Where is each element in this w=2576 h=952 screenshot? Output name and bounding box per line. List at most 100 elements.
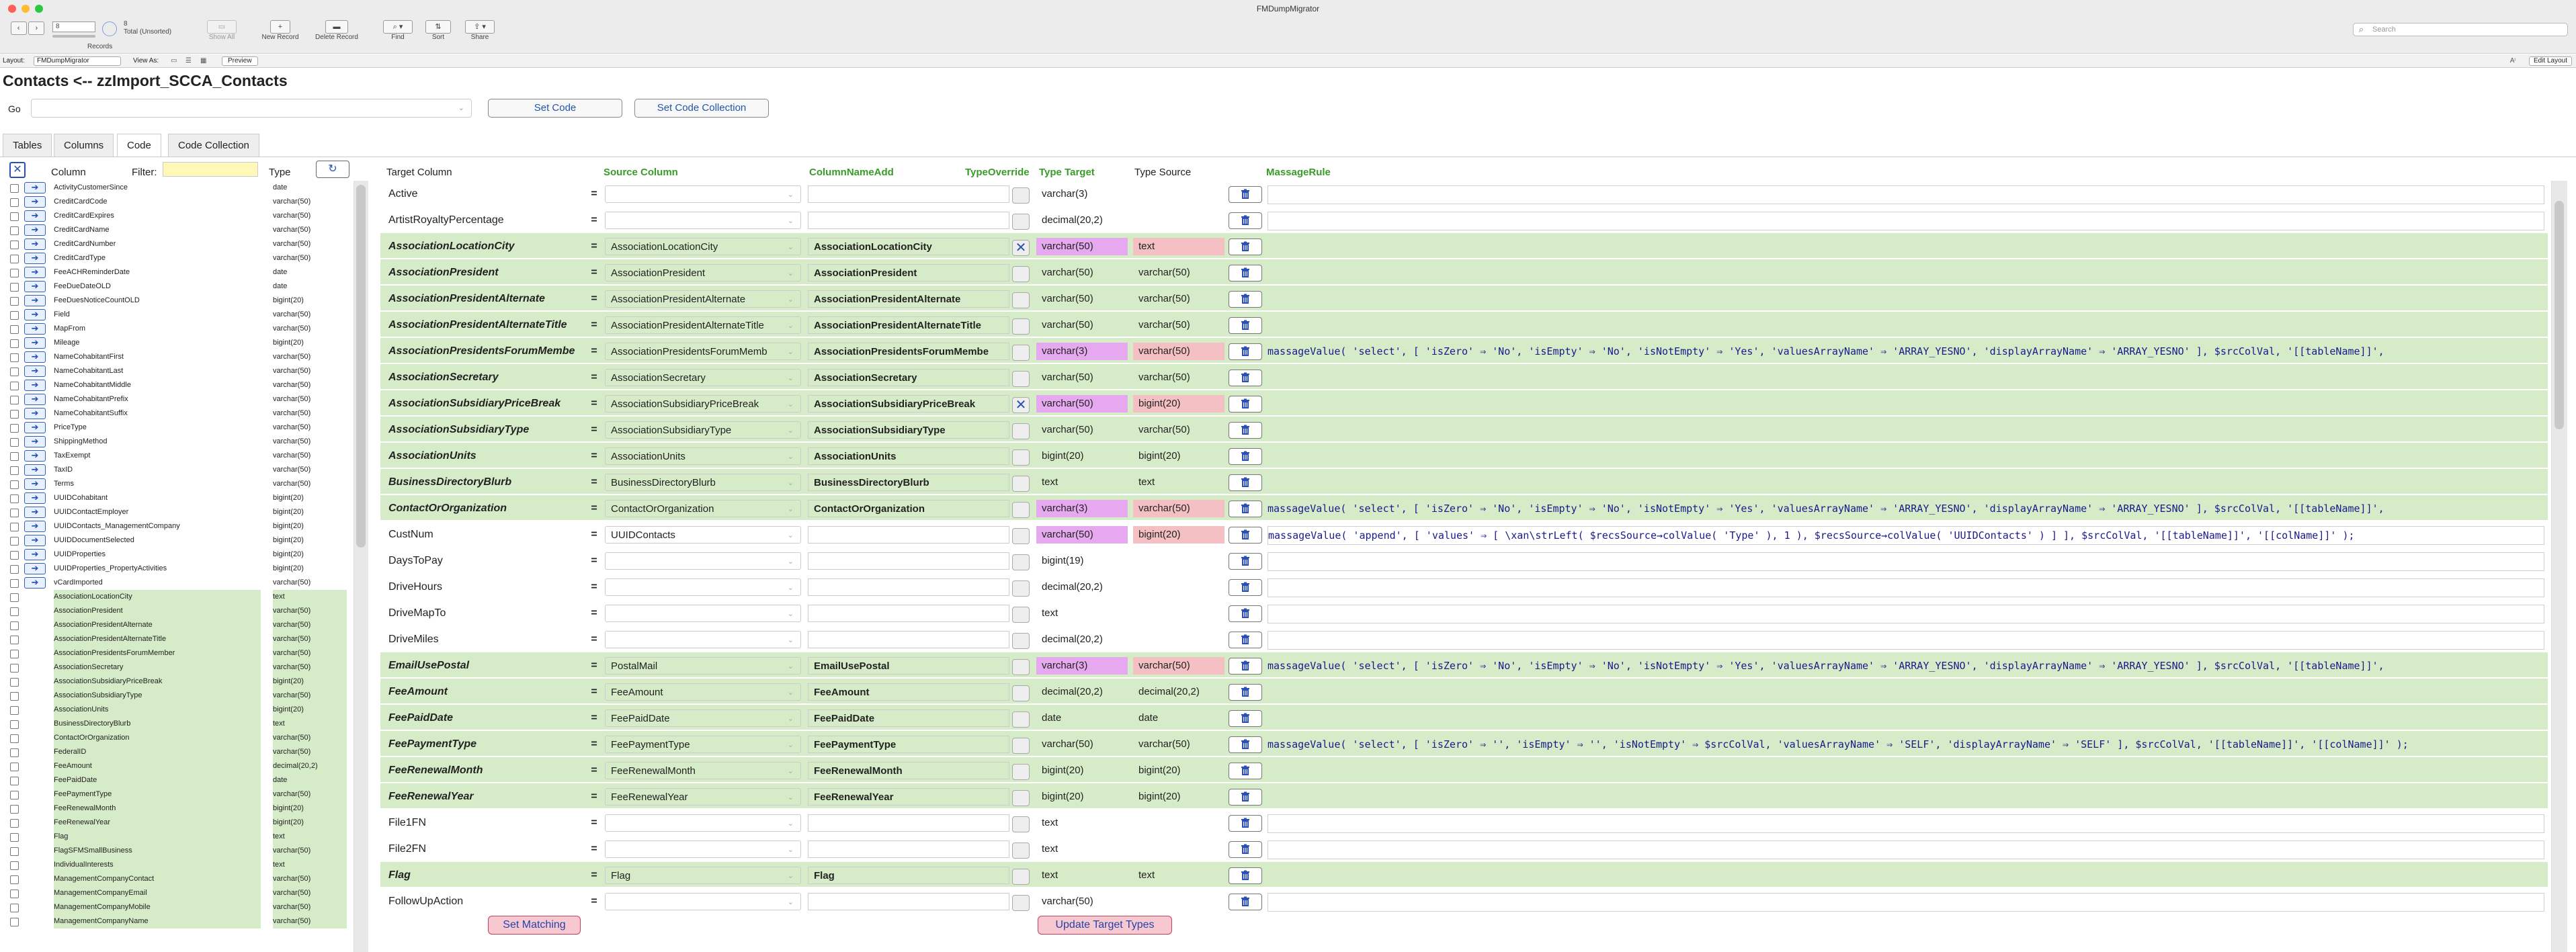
column-list-item[interactable]: AssociationPresidentAlternate varchar(50) [5, 618, 347, 632]
source-column-select[interactable]: FeePaymentType ⌄ [605, 736, 801, 753]
column-list-item[interactable]: ➔ NameCohabitantFirst varchar(50) [5, 350, 347, 364]
format-text-icon[interactable]: Aᶦ [2510, 54, 2516, 68]
refresh-icon[interactable]: ↻ [316, 161, 349, 178]
type-override-checkbox[interactable] [1012, 502, 1030, 518]
type-target[interactable]: decimal(20,2) [1036, 212, 1128, 229]
massage-rule-field[interactable]: massageValue( 'select', [ 'isZero' ⇒ 'No… [1268, 657, 2544, 675]
arrow-right-icon[interactable]: ➔ [24, 507, 46, 518]
column-name-add-field[interactable]: AssociationPresident [808, 264, 1009, 282]
massage-rule-field[interactable] [1268, 474, 2544, 491]
massage-rule-field[interactable] [1268, 369, 2544, 386]
column-name-add-field[interactable]: FeePaymentType [808, 736, 1009, 753]
trash-icon[interactable] [1229, 265, 1262, 282]
column-name-add-field[interactable] [808, 893, 1009, 910]
arrow-right-icon[interactable]: ➔ [24, 309, 46, 320]
type-override-checkbox[interactable] [1012, 685, 1030, 701]
trash-icon[interactable] [1229, 605, 1262, 622]
massage-rule-field[interactable] [1268, 447, 2544, 465]
record-slider[interactable] [52, 35, 95, 38]
source-column-select[interactable]: ⌄ [605, 814, 801, 832]
arrow-right-icon[interactable]: ➔ [24, 337, 46, 349]
type-override-checkbox[interactable] [1012, 842, 1030, 859]
tab-code-collection[interactable]: Code Collection [168, 134, 259, 157]
type-target[interactable]: decimal(20,2) [1036, 578, 1128, 596]
column-list-item[interactable]: FeePaymentType varchar(50) [5, 787, 347, 802]
tab-columns[interactable]: Columns [54, 134, 114, 157]
column-checkbox[interactable] [10, 466, 19, 475]
column-checkbox[interactable] [10, 918, 19, 926]
column-name-add-field[interactable] [808, 212, 1009, 229]
column-list-item[interactable]: AssociationLocationCity text [5, 590, 347, 604]
massage-rule-field[interactable] [1268, 683, 2544, 701]
column-checkbox[interactable] [10, 297, 19, 306]
type-target[interactable]: varchar(50) [1036, 369, 1128, 386]
type-target[interactable]: varchar(50) [1036, 395, 1128, 413]
arrow-right-icon[interactable]: ➔ [24, 323, 46, 335]
column-checkbox[interactable] [10, 890, 19, 898]
column-list-item[interactable]: ➔ TaxID varchar(50) [5, 463, 347, 477]
column-checkbox[interactable] [10, 678, 19, 687]
view-form-icon[interactable]: ▭ [171, 54, 177, 68]
type-override-checkbox[interactable] [1012, 449, 1030, 466]
arrow-right-icon[interactable]: ➔ [24, 351, 46, 363]
left-scroll-thumb[interactable] [356, 185, 366, 548]
source-column-select[interactable]: ⌄ [605, 893, 801, 910]
arrow-right-icon[interactable]: ➔ [24, 492, 46, 504]
type-target[interactable]: bigint(20) [1036, 762, 1128, 779]
select-all-toggle[interactable]: ✕ [9, 162, 26, 178]
column-checkbox[interactable] [10, 241, 19, 249]
column-checkbox[interactable] [10, 509, 19, 517]
column-checkbox[interactable] [10, 410, 19, 419]
find-button[interactable]: ⌕ ▾ Find [376, 20, 419, 41]
column-checkbox[interactable] [10, 706, 19, 715]
arrow-right-icon[interactable]: ➔ [24, 239, 46, 250]
column-list-item[interactable]: ➔ CreditCardName varchar(50) [5, 223, 347, 237]
type-override-checkbox[interactable] [1012, 580, 1030, 597]
column-list-item[interactable]: ➔ Field varchar(50) [5, 308, 347, 322]
column-checkbox[interactable] [10, 452, 19, 461]
source-column-select[interactable]: AssociationLocationCity ⌄ [605, 238, 801, 255]
trash-icon[interactable] [1229, 553, 1262, 570]
column-name-add-field[interactable]: ContactOrOrganization [808, 500, 1009, 517]
column-list-item[interactable]: ➔ Mileage bigint(20) [5, 336, 347, 350]
type-target[interactable]: varchar(50) [1036, 290, 1128, 308]
column-list-item[interactable]: ➔ Terms varchar(50) [5, 477, 347, 491]
massage-rule-field[interactable] [1268, 316, 2544, 334]
column-checkbox[interactable] [10, 339, 19, 348]
type-override-checkbox[interactable] [1012, 738, 1030, 754]
column-list-item[interactable]: ManagementCompanyName varchar(50) [5, 914, 347, 928]
trash-icon[interactable] [1229, 212, 1262, 229]
trash-icon[interactable] [1229, 291, 1262, 308]
column-checkbox[interactable] [10, 494, 19, 503]
filter-input[interactable] [163, 162, 258, 177]
column-checkbox[interactable] [10, 720, 19, 729]
source-column-select[interactable]: BusinessDirectoryBlurb ⌄ [605, 474, 801, 491]
arrow-right-icon[interactable]: ➔ [24, 450, 46, 462]
column-checkbox[interactable] [10, 734, 19, 743]
left-scrollbar[interactable] [354, 181, 368, 952]
go-select[interactable]: ⌄ [31, 99, 472, 118]
type-target[interactable]: text [1036, 840, 1128, 858]
massage-rule-field[interactable] [1268, 421, 2544, 439]
type-target[interactable]: varchar(50) [1036, 264, 1128, 282]
column-list-item[interactable]: ➔ TaxExempt varchar(50) [5, 449, 347, 463]
type-override-checkbox[interactable] [1012, 318, 1030, 335]
column-list-item[interactable]: FederalID varchar(50) [5, 745, 347, 759]
column-list-item[interactable]: ➔ NameCohabitantMiddle varchar(50) [5, 378, 347, 392]
column-name-add-field[interactable] [808, 840, 1009, 858]
column-list-item[interactable]: ➔ CreditCardNumber varchar(50) [5, 237, 347, 251]
arrow-right-icon[interactable]: ➔ [24, 549, 46, 560]
column-checkbox[interactable] [10, 198, 19, 207]
type-override-checkbox[interactable] [1012, 371, 1030, 387]
column-list-item[interactable]: ➔ CreditCardExpires varchar(50) [5, 209, 347, 223]
column-name-add-field[interactable]: AssociationSubsidiaryType [808, 421, 1009, 439]
source-column-select[interactable]: AssociationPresidentAlternate ⌄ [605, 290, 801, 308]
type-target[interactable]: varchar(50) [1036, 238, 1128, 255]
arrow-right-icon[interactable]: ➔ [24, 196, 46, 208]
trash-icon[interactable] [1229, 815, 1262, 832]
trash-icon[interactable] [1229, 763, 1262, 779]
column-list-item[interactable]: FeeAmount decimal(20,2) [5, 759, 347, 773]
type-target[interactable]: text [1036, 474, 1128, 491]
massage-rule-field[interactable] [1268, 814, 2544, 833]
trash-icon[interactable] [1229, 579, 1262, 596]
